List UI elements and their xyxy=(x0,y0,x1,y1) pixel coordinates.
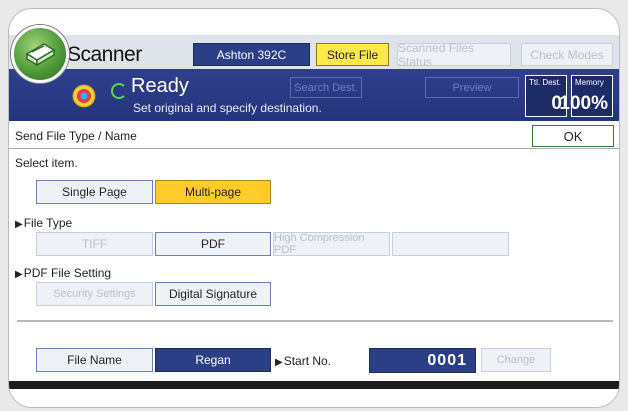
search-dest-button[interactable]: Search Dest. xyxy=(290,77,362,98)
destination-button[interactable]: Ashton 392C xyxy=(193,43,310,66)
file-type-pdf-button[interactable]: PDF xyxy=(155,232,271,256)
status-icon xyxy=(71,83,97,114)
start-no-label: ▶Start No. xyxy=(275,354,331,368)
section-divider xyxy=(17,320,613,322)
ready-ring-icon xyxy=(111,83,127,99)
file-type-heading: ▶File Type xyxy=(15,216,72,230)
pdf-setting-heading-text: PDF File Setting xyxy=(23,266,112,280)
select-item-label: Select item. xyxy=(15,156,78,170)
file-name-value: Regan xyxy=(155,348,271,372)
app-title: Scanner xyxy=(67,43,142,66)
arrow-right-icon: ▶ xyxy=(15,219,23,230)
security-settings-button[interactable]: Security Settings xyxy=(36,282,153,306)
file-type-high-compression-pdf-button[interactable]: High Compression PDF xyxy=(273,232,390,256)
status-message: Set original and specify destination. xyxy=(133,101,322,115)
status-state: Ready xyxy=(131,75,189,97)
scanner-app-icon xyxy=(11,25,69,83)
panel-title: Send File Type / Name xyxy=(15,129,137,143)
arrow-right-icon: ▶ xyxy=(15,269,23,280)
ok-button[interactable]: OK xyxy=(532,125,614,147)
file-name-button[interactable]: File Name xyxy=(36,348,153,372)
device-bezel: Scanner Ashton 392C Store File Scanned F… xyxy=(0,0,628,411)
multi-page-button[interactable]: Multi-page xyxy=(155,180,271,204)
file-type-tiff-button[interactable]: TIFF xyxy=(36,232,153,256)
panel-header: Send File Type / Name OK xyxy=(9,123,619,149)
pdf-setting-heading: ▶PDF File Setting xyxy=(15,266,111,280)
digital-signature-button[interactable]: Digital Signature xyxy=(155,282,271,306)
file-type-empty-button[interactable] xyxy=(392,232,509,256)
arrow-right-icon: ▶ xyxy=(275,357,283,368)
start-no-label-text: Start No. xyxy=(283,354,332,368)
file-type-heading-text: File Type xyxy=(23,216,73,230)
single-page-button[interactable]: Single Page xyxy=(36,180,153,204)
store-file-button[interactable]: Store File xyxy=(316,43,389,66)
start-no-value: 0001 xyxy=(369,348,476,373)
bottom-bar xyxy=(9,381,619,389)
change-button[interactable]: Change xyxy=(481,348,551,372)
scanned-files-status-button[interactable]: Scanned Files Status xyxy=(397,41,511,69)
memory-label: Memory xyxy=(575,78,604,87)
check-modes-button[interactable]: Check Modes xyxy=(521,43,613,66)
preview-button[interactable]: Preview xyxy=(425,77,519,98)
total-dest-label: Ttl. Dest. xyxy=(529,78,562,87)
status-bar: Ready Set original and specify destinati… xyxy=(9,69,619,121)
touch-screen: Scanner Ashton 392C Store File Scanned F… xyxy=(8,8,620,408)
memory-value: 100% xyxy=(559,93,608,114)
memory-counter: Memory 100% xyxy=(559,75,613,117)
